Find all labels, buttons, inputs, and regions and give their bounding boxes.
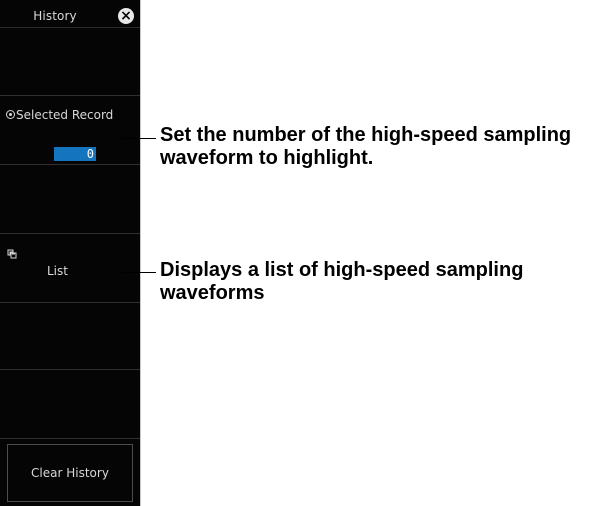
list-icon <box>7 244 17 259</box>
history-panel-header: History × <box>0 0 140 28</box>
selected-record-callout-line <box>121 138 156 139</box>
selected-record-label: Selected Record <box>16 108 114 122</box>
selected-record-input[interactable]: 0 <box>54 147 96 161</box>
empty-menu-slot-3 <box>0 303 140 370</box>
empty-menu-slot-4 <box>0 370 140 439</box>
selected-record-callout: Set the number of the high-speed samplin… <box>160 124 572 169</box>
selected-record-menu-item[interactable]: Selected Record 0 <box>0 96 140 165</box>
list-menu-item[interactable]: List <box>0 234 140 303</box>
empty-menu-slot-2 <box>0 165 140 234</box>
close-icon[interactable]: × <box>118 8 134 24</box>
list-callout-line <box>121 272 156 273</box>
history-panel: History × Selected Record 0 List Clear H… <box>0 0 141 506</box>
radio-icon <box>6 110 15 119</box>
list-label: List <box>47 264 68 278</box>
clear-history-label: Clear History <box>31 466 109 480</box>
clear-history-button[interactable]: Clear History <box>7 444 133 502</box>
manual-page: History × Selected Record 0 List Clear H… <box>0 0 600 506</box>
empty-menu-slot-1 <box>0 28 140 96</box>
list-callout: Displays a list of high-speed sampling w… <box>160 259 524 304</box>
history-title: History <box>33 9 77 23</box>
